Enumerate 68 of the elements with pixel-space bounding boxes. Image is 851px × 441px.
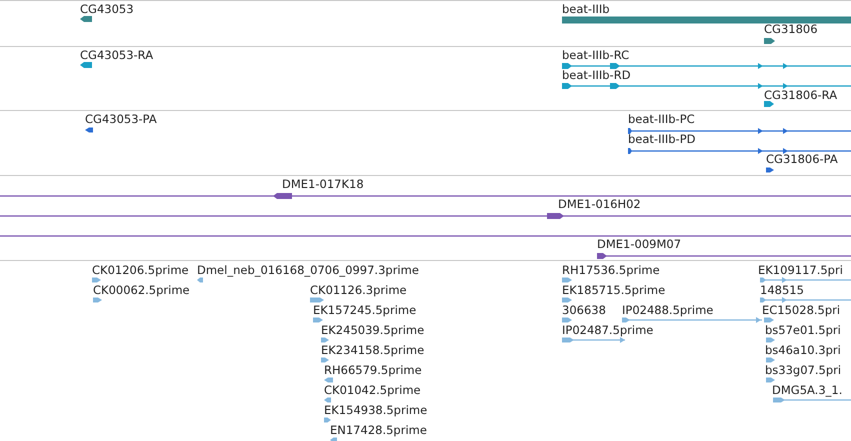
arrow-icon[interactable] <box>324 415 331 425</box>
arrow-icon[interactable] <box>764 99 774 109</box>
arrow-icon[interactable] <box>80 14 92 24</box>
feature-label[interactable]: EK154938.5prime <box>324 403 428 417</box>
feature-label[interactable]: CG31806-RA <box>764 88 838 102</box>
arrow-icon[interactable] <box>766 355 775 365</box>
feature-label[interactable]: 306638 <box>562 303 606 317</box>
feature-label[interactable]: 148515 <box>760 283 804 297</box>
feature-line-drawing[interactable] <box>0 211 851 221</box>
arrow-icon[interactable] <box>321 355 329 365</box>
arrow-icon[interactable] <box>562 295 572 305</box>
feature-label[interactable]: EC15028.5pri <box>762 303 840 317</box>
feature-label[interactable]: RH17536.5prime <box>562 263 660 277</box>
feature-label[interactable]: bs57e01.5pri <box>765 323 841 337</box>
feature-label[interactable]: CK01042.5prime <box>324 383 421 397</box>
feature-line-drawing[interactable] <box>562 61 851 71</box>
arrow-icon[interactable] <box>764 315 774 325</box>
feature-label[interactable]: EK245039.5prime <box>321 323 424 337</box>
arrow-icon[interactable] <box>85 125 93 135</box>
arrow-icon[interactable] <box>310 295 324 305</box>
feature-label[interactable]: CG31806 <box>764 22 818 36</box>
gene-bar[interactable] <box>562 15 851 25</box>
feature-label[interactable]: EN17428.5prime <box>330 423 427 437</box>
feature-label[interactable]: CK01126.3prime <box>310 283 407 297</box>
arrow-icon[interactable] <box>313 315 323 325</box>
feature-label[interactable]: CG31806-PA <box>766 152 838 166</box>
arrow-icon[interactable] <box>324 395 331 405</box>
arrow-icon[interactable] <box>764 36 775 46</box>
feature-label[interactable]: CG43053 <box>80 2 134 16</box>
arrow-icon[interactable] <box>92 275 101 285</box>
feature-label[interactable]: beat-IIIb-PD <box>628 132 696 146</box>
arrow-icon[interactable] <box>766 335 775 345</box>
feature-line-drawing[interactable] <box>628 146 851 156</box>
feature-label[interactable]: CG43053-RA <box>80 48 154 62</box>
arrow-icon[interactable] <box>321 335 329 345</box>
feature-label[interactable]: bs33g07.5pri <box>765 363 842 377</box>
feature-label[interactable]: EK185715.5prime <box>562 283 666 297</box>
feature-line-drawing[interactable] <box>628 126 851 136</box>
feature-label[interactable]: DME1-017K18 <box>282 177 364 191</box>
feature-label[interactable]: IP02488.5prime <box>622 303 714 317</box>
feature-label[interactable]: beat-IIIb <box>562 2 610 16</box>
arrow-icon[interactable] <box>766 165 774 175</box>
feature-label[interactable]: beat-IIIb-PC <box>628 112 695 126</box>
feature-label[interactable]: DMG5A.3_1. <box>772 383 842 397</box>
feature-label[interactable]: beat-IIIb-RD <box>562 68 631 82</box>
arrow-icon[interactable] <box>766 375 775 385</box>
feature-line-drawing[interactable] <box>0 191 851 201</box>
feature-label[interactable]: Dmel_neb_016168_0706_0997.3prime <box>197 263 419 277</box>
feature-line-drawing[interactable] <box>597 251 851 261</box>
arrow-icon[interactable] <box>562 315 572 325</box>
feature-label[interactable]: IP02487.5prime <box>562 323 654 337</box>
feature-line-drawing[interactable] <box>562 81 851 91</box>
feature-label[interactable]: DME1-016H02 <box>558 197 641 211</box>
feature-label[interactable]: CG43053-PA <box>85 112 157 126</box>
feature-label[interactable]: EK234158.5prime <box>321 343 424 357</box>
arrow-icon[interactable] <box>80 60 92 70</box>
arrow-icon[interactable] <box>324 375 333 385</box>
feature-label[interactable]: bs46a10.3pri <box>765 343 841 357</box>
feature-label[interactable]: DME1-009M07 <box>597 237 682 251</box>
feature-label[interactable]: beat-IIIb-RC <box>562 48 630 62</box>
feature-label[interactable]: EK157245.5prime <box>313 303 416 317</box>
feature-label[interactable]: CK00062.5prime <box>93 283 190 297</box>
arrow-icon[interactable] <box>93 295 102 305</box>
feature-label[interactable]: RH66579.5prime <box>324 363 422 377</box>
feature-label[interactable]: CK01206.5prime <box>92 263 189 277</box>
arrow-icon[interactable] <box>562 275 572 285</box>
feature-label[interactable]: EK109117.5pri <box>758 263 843 277</box>
arrow-icon[interactable] <box>197 275 203 285</box>
